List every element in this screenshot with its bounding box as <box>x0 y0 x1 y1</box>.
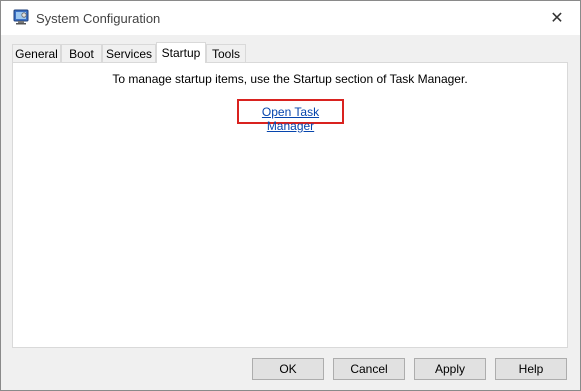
tab-services[interactable]: Services <box>102 44 156 62</box>
tab-boot[interactable]: Boot <box>61 44 102 62</box>
title-bar: System Configuration ✕ <box>1 1 580 35</box>
msconfig-icon <box>13 9 29 25</box>
startup-message: To manage startup items, use the Startup… <box>112 72 468 86</box>
open-task-manager-link[interactable]: Open Task Manager <box>239 105 342 133</box>
ok-button[interactable]: OK <box>252 358 324 380</box>
tab-general[interactable]: General <box>12 44 61 62</box>
system-configuration-window: System Configuration ✕ General Boot Serv… <box>0 0 581 391</box>
window-title: System Configuration <box>36 11 161 26</box>
close-icon: ✕ <box>550 10 564 27</box>
task-manager-link-highlight: Open Task Manager <box>237 99 344 133</box>
help-button[interactable]: Help <box>495 358 567 380</box>
tab-startup[interactable]: Startup <box>156 42 206 63</box>
tab-tools[interactable]: Tools <box>206 44 246 62</box>
close-button[interactable]: ✕ <box>534 1 580 35</box>
apply-button[interactable]: Apply <box>414 358 486 380</box>
startup-tab-panel: To manage startup items, use the Startup… <box>12 62 568 348</box>
cancel-button[interactable]: Cancel <box>333 358 405 380</box>
